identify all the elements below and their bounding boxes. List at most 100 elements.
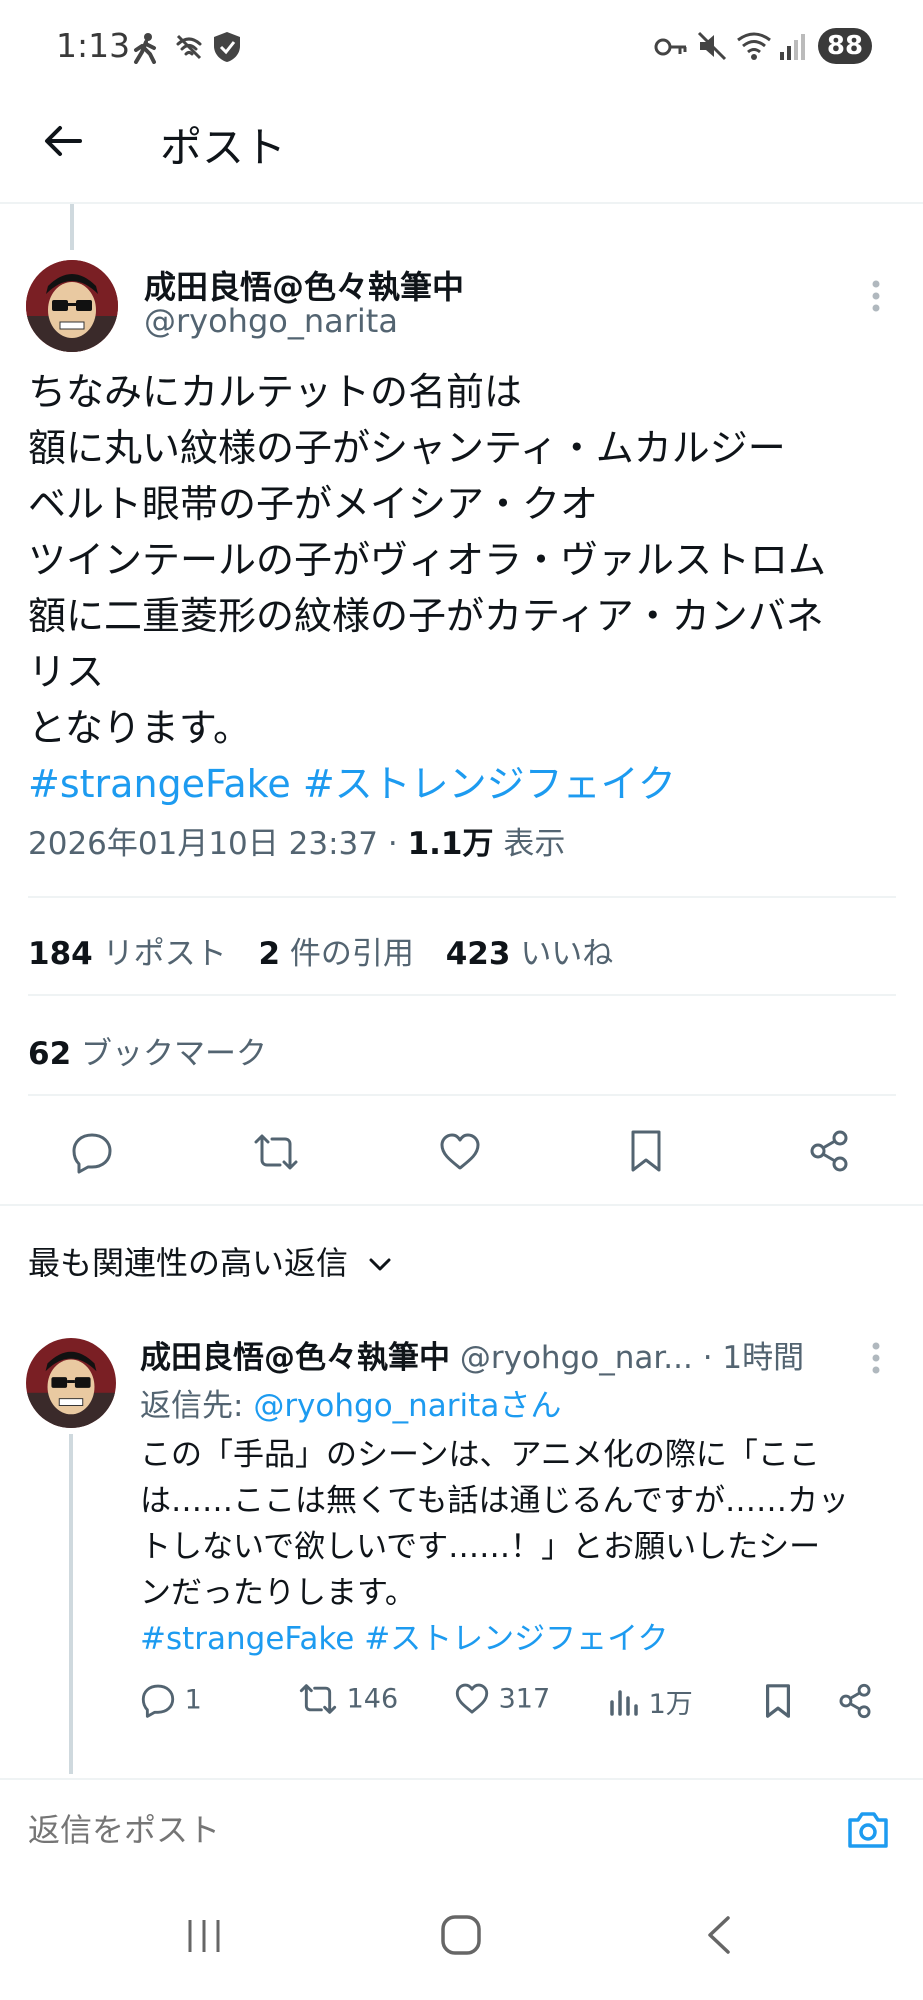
app-header: ポスト: [0, 96, 923, 202]
hashtag-link[interactable]: #ストレンジフェイク: [364, 1621, 668, 1657]
post-body: ちなみにカルテットの名前は 額に丸い紋様の子がシャンティ・ムカルジー ベルト眼帯…: [28, 364, 908, 812]
reply-line: は……ここは無くても話は通じるんですが……カッ: [140, 1483, 849, 1519]
reply-count: 1: [184, 1684, 202, 1716]
meta-separator: ·: [387, 826, 398, 862]
retweet-icon: [299, 1684, 337, 1714]
mute-icon: [697, 31, 727, 61]
stats-divider-top: [28, 896, 896, 898]
reply-thread-line: [69, 1434, 73, 1774]
activity-icon: [134, 33, 156, 64]
reply-line: この「手品」のシーンは、アニメ化の際に「ここ: [140, 1437, 820, 1473]
bookmark-icon[interactable]: [626, 1128, 666, 1174]
post-meta: 2026年01月10日 23:37 · 1.1万 表示: [28, 824, 565, 864]
avatar[interactable]: [26, 260, 118, 352]
hashtag-link[interactable]: #strangeFake: [140, 1621, 354, 1657]
key-icon: [654, 38, 687, 56]
views-count: 1万: [648, 1689, 693, 1720]
likes-stat[interactable]: 423 いいね: [446, 936, 614, 972]
post-line: 額に二重菱形の紋様の子がカティア・カンバネ: [28, 594, 824, 638]
like-count: 317: [498, 1683, 551, 1715]
signal-icon: [780, 34, 805, 60]
bookmark-icon[interactable]: [762, 1682, 794, 1720]
reply-hashtags: #strangeFake #ストレンジフェイク: [140, 1616, 910, 1662]
recent-apps-icon[interactable]: [184, 1918, 224, 1954]
reply-to-handle[interactable]: @ryohgo_naritaさん: [253, 1388, 561, 1424]
home-icon[interactable]: [440, 1914, 482, 1956]
reply-author-name[interactable]: 成田良悟@色々執筆中: [140, 1340, 450, 1376]
nfc-icon: [176, 34, 202, 60]
header-divider: [0, 202, 923, 204]
reposts-count: 184: [28, 936, 93, 972]
post-timestamp[interactable]: 2026年01月10日 23:37: [28, 826, 378, 862]
bookmarks-count: 62: [28, 1036, 72, 1072]
reply-icon: [141, 1684, 175, 1718]
post-line: となります。: [28, 706, 252, 750]
post-line: 額に丸い紋様の子がシャンティ・ムカルジー: [28, 426, 786, 470]
back-arrow-icon[interactable]: [40, 118, 86, 164]
reply-icon[interactable]: [70, 1130, 114, 1174]
avatar-image: [26, 260, 118, 352]
status-bar: 1:13 88: [0, 0, 923, 96]
reply-action-bar: 1 146 317 1万: [140, 1682, 880, 1722]
post-line: ちなみにカルテットの名前は: [28, 370, 523, 414]
status-time: 1:13: [56, 26, 131, 65]
reply-avatar[interactable]: [26, 1338, 116, 1428]
quotes-stat[interactable]: 2 件の引用: [258, 936, 423, 972]
page-title: ポスト: [160, 123, 287, 172]
battery-indicator: 88: [818, 28, 872, 64]
hashtag-link[interactable]: #ストレンジフェイク: [303, 762, 676, 806]
retweet-count: 146: [346, 1683, 399, 1715]
reply-retweet-button[interactable]: 146: [298, 1682, 398, 1716]
likes-count: 423: [445, 936, 511, 972]
compose-bar: [0, 1778, 923, 1882]
hashtag-link[interactable]: #strangeFake: [28, 762, 291, 806]
thread-line: [70, 204, 74, 250]
reply-to: 返信先: @ryohgo_naritaさん: [140, 1380, 561, 1425]
reply-author-handle[interactable]: @ryohgo_nar...: [460, 1340, 693, 1376]
engagement-stats: 184 リポスト 2 件の引用 423 いいね: [28, 928, 613, 973]
system-nav-bar: [0, 1880, 923, 2000]
reply-like-button[interactable]: 317: [454, 1682, 550, 1716]
section-divider: [0, 1204, 923, 1206]
back-icon[interactable]: [704, 1914, 734, 1956]
post-line: ツインテールの子がヴィオラ・ヴァルストロム: [28, 538, 827, 582]
reposts-stat[interactable]: 184 リポスト: [28, 936, 236, 972]
reply-line: ンだったりします。: [140, 1575, 416, 1611]
author-handle[interactable]: @ryohgo_narita: [144, 302, 398, 340]
chevron-down-icon: [369, 1258, 391, 1271]
reply-sort-dropdown[interactable]: 最も関連性の高い返信: [28, 1238, 392, 1284]
like-icon[interactable]: [438, 1132, 482, 1172]
camera-icon[interactable]: [846, 1810, 890, 1850]
action-bar: [0, 1122, 923, 1182]
reposts-label: リポスト: [102, 936, 227, 972]
like-icon: [455, 1683, 489, 1714]
analytics-icon: [610, 1689, 638, 1716]
more-options-icon[interactable]: [868, 276, 884, 316]
battery-level: 88: [826, 31, 864, 61]
reply-reply-button[interactable]: 1: [140, 1682, 202, 1718]
share-icon[interactable]: [806, 1128, 852, 1174]
reply-more-options-icon[interactable]: [868, 1338, 884, 1378]
post-line: リス: [28, 650, 105, 694]
reply-body: この「手品」のシーンは、アニメ化の際に「ここ は……ここは無くても話は通じるんで…: [140, 1432, 910, 1662]
wifi-icon: [737, 32, 771, 60]
share-icon[interactable]: [836, 1682, 874, 1720]
avatar-image: [26, 1338, 116, 1428]
post-hashtags: #strangeFake #ストレンジフェイク: [28, 756, 908, 812]
bookmarks-label: ブックマーク: [81, 1036, 267, 1072]
reply-to-prefix: 返信先:: [140, 1388, 244, 1424]
bookmarks-stat[interactable]: 62 ブックマーク: [28, 1028, 267, 1073]
shield-icon: [214, 32, 240, 62]
stats-divider-bottom: [28, 1094, 896, 1096]
reply-line: トしないで欲しいです……！」とお願いしたシー: [140, 1529, 821, 1565]
reply-compose-input[interactable]: [28, 1802, 808, 1858]
quotes-count: 2: [258, 936, 281, 972]
retweet-icon[interactable]: [252, 1132, 300, 1172]
quotes-label: 件の引用: [289, 936, 414, 972]
views-label: 表示: [503, 826, 566, 862]
post-line: ベルト眼帯の子がメイシア・クオ: [28, 482, 599, 526]
stats-divider-mid: [28, 994, 896, 996]
reply-views-button[interactable]: 1万: [608, 1682, 693, 1721]
reply-time: · 1時間: [702, 1340, 805, 1376]
reply-sort-label: 最も関連性の高い返信: [28, 1244, 349, 1282]
